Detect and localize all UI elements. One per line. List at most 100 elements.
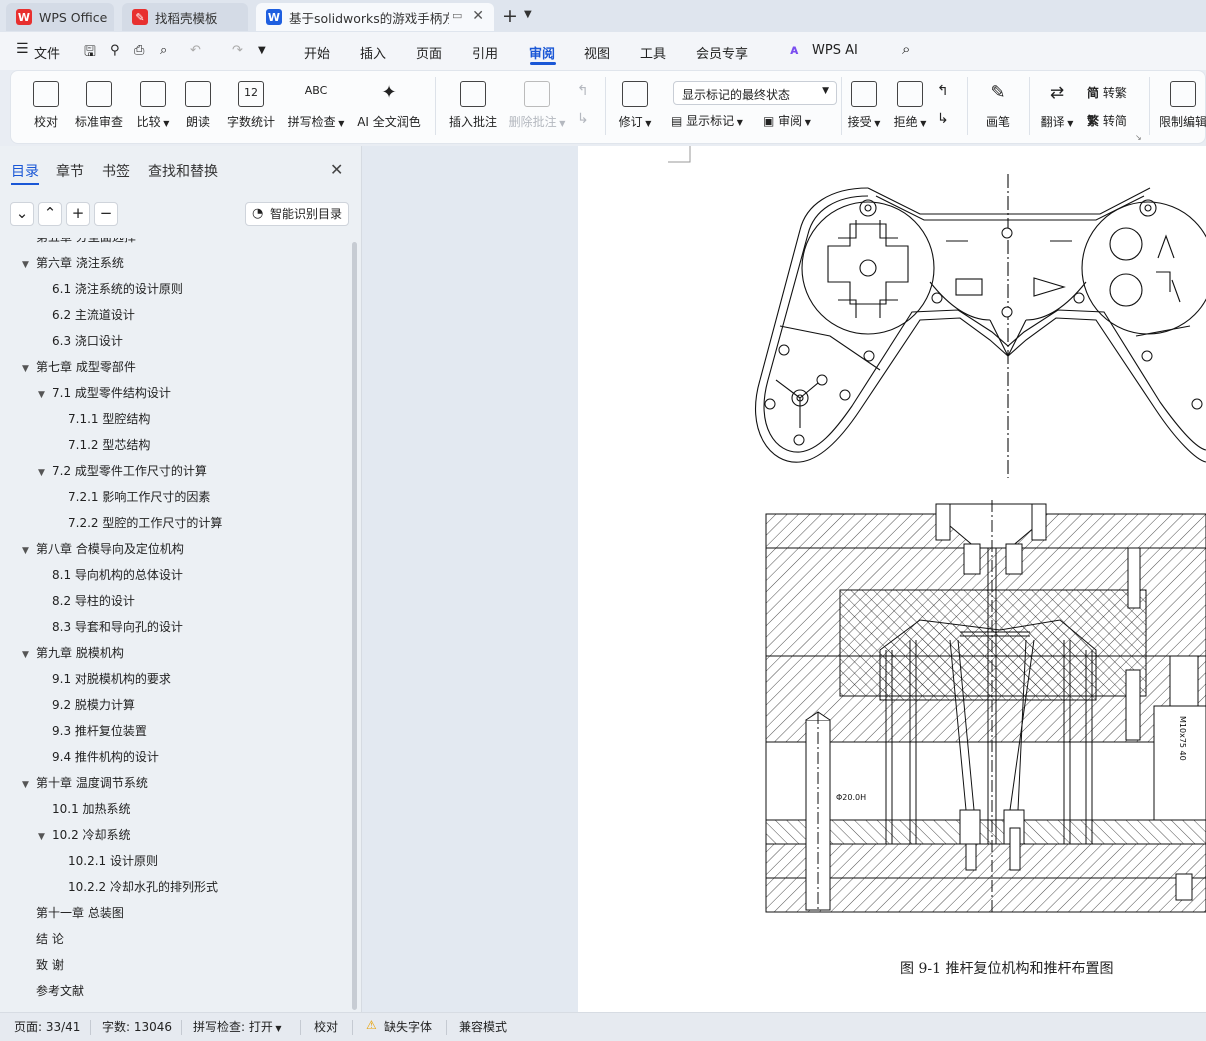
spell-check-button[interactable]: ABC 拼写检查 ▼	[286, 79, 346, 130]
toc-item[interactable]: 8.2 导柱的设计	[38, 588, 135, 614]
collapse-down-button[interactable]: ⌄	[10, 202, 34, 226]
toc-item[interactable]: ▼ 第六章 浇注系统	[22, 250, 124, 276]
toc-item[interactable]: ▼ 7.1 成型零件结构设计	[38, 380, 171, 406]
std-review-button[interactable]: 标准审查	[73, 79, 125, 130]
toc-item[interactable]: 7.1.1 型腔结构	[54, 406, 150, 432]
print-icon[interactable]: ⎙	[134, 43, 144, 58]
toc-item[interactable]: ▼ 第八章 合模导向及定位机构	[22, 536, 184, 562]
hamburger-icon[interactable]: ☰	[16, 41, 29, 57]
expand-triangle-icon[interactable]: ▼	[38, 460, 52, 486]
expand-triangle-icon[interactable]: ▼	[22, 772, 36, 798]
toc-scrollbar[interactable]	[352, 242, 357, 1010]
tab-template[interactable]: ✎ 找稻壳模板	[122, 3, 248, 31]
toc-item[interactable]: ▼ 7.2 成型零件工作尺寸的计算	[38, 458, 207, 484]
toc-item[interactable]: ▼ 第七章 成型零部件	[22, 354, 136, 380]
file-menu[interactable]: 文件	[34, 43, 60, 62]
review-dropdown-button[interactable]: ▣ 审阅 ▼	[763, 112, 811, 129]
expand-triangle-icon[interactable]: ▼	[22, 642, 36, 668]
translate-button[interactable]: ⇄ 翻译 ▼	[1037, 79, 1077, 130]
redo-icon[interactable]: ↷	[232, 43, 243, 58]
search-icon[interactable]: ⌕	[902, 40, 910, 58]
toc-item[interactable]: 8.1 导向机构的总体设计	[38, 562, 183, 588]
prev-change-icon[interactable]: ↰	[937, 83, 949, 99]
proof-status[interactable]: 校对	[314, 1018, 338, 1035]
tab-sections[interactable]: 章节	[56, 161, 84, 181]
toc-item[interactable]: 结 论	[22, 926, 64, 952]
toc-item[interactable]: 9.1 对脱模机构的要求	[38, 666, 171, 692]
toc-item[interactable]: 9.3 推杆复位装置	[38, 718, 147, 744]
word-count-button[interactable]: 12 字数统计	[225, 79, 277, 130]
toc-item[interactable]: 7.2.1 影响工作尺寸的因素	[54, 484, 210, 510]
tab-list-chevron-icon[interactable]: ▼	[524, 9, 532, 20]
accept-button[interactable]: 接受 ▼	[845, 79, 883, 130]
save-icon[interactable]: 🖫	[84, 41, 96, 65]
menu-review[interactable]: 审阅	[529, 43, 555, 62]
ai-polish-button[interactable]: ✦ AI 全文润色	[356, 79, 422, 130]
new-tab-button[interactable]: +	[502, 5, 518, 27]
insert-comment-button[interactable]: 插入批注	[447, 79, 499, 130]
toc-item[interactable]: ▼ 第九章 脱模机构	[22, 640, 124, 666]
menu-home[interactable]: 开始	[304, 43, 330, 62]
toc-item[interactable]: 10.2.2 冷却水孔的排列形式	[54, 874, 218, 900]
expand-triangle-icon[interactable]: ▼	[22, 356, 36, 382]
undo-icon[interactable]: ↶	[190, 43, 201, 58]
collapse-button[interactable]: −	[94, 202, 118, 226]
toc-item[interactable]: 8.3 导套和导向孔的设计	[38, 614, 183, 640]
expand-triangle-icon[interactable]: ▼	[22, 538, 36, 564]
toc-item[interactable]: 7.1.2 型芯结构	[54, 432, 150, 458]
tab-document[interactable]: W 基于solidworks的游戏手柄方 ▭ ✕	[256, 3, 494, 31]
next-change-icon[interactable]: ↳	[937, 111, 949, 127]
collapse-up-button[interactable]: ⌃	[38, 202, 62, 226]
tab-wps-office[interactable]: W WPS Office	[6, 3, 114, 31]
toc-item[interactable]: ▼ 第十章 温度调节系统	[22, 770, 148, 796]
close-pane-icon[interactable]: ✕	[330, 160, 343, 179]
to-simplified-button[interactable]: 繁 转简	[1087, 112, 1127, 129]
word-count[interactable]: 字数: 13046	[102, 1018, 172, 1035]
share-icon[interactable]: ⚲	[110, 43, 120, 58]
proof-button[interactable]: 校对	[31, 79, 61, 130]
page-indicator[interactable]: 页面: 33/41	[14, 1018, 80, 1035]
expand-triangle-icon[interactable]: ▼	[38, 824, 52, 850]
toc-item[interactable]: ▼ 10.2 冷却系统	[38, 822, 131, 848]
print-preview-icon[interactable]: ⌕	[160, 43, 167, 58]
revise-button[interactable]: 修订 ▼	[617, 79, 653, 130]
reject-button[interactable]: 拒绝 ▼	[891, 79, 929, 130]
toc-item[interactable]: 10.2.1 设计原则	[54, 848, 158, 874]
menu-view[interactable]: 视图	[584, 43, 610, 62]
monitor-icon[interactable]: ▭	[452, 9, 462, 22]
toc-item[interactable]: 6.2 主流道设计	[38, 302, 135, 328]
menu-page[interactable]: 页面	[416, 43, 442, 62]
ribbon-expand-icon[interactable]: ↘	[1135, 133, 1142, 142]
tab-bookmarks[interactable]: 书签	[102, 161, 130, 181]
missing-font-status[interactable]: 缺失字体	[384, 1018, 432, 1035]
menu-member[interactable]: 会员专享	[696, 43, 748, 62]
tab-toc[interactable]: 目录	[11, 161, 39, 181]
smart-toc-button[interactable]: ◔ 智能识别目录	[245, 202, 349, 226]
close-tab-icon[interactable]: ✕	[472, 8, 484, 24]
show-markup-button[interactable]: ▤ 显示标记 ▼	[671, 112, 743, 129]
more-chevron-icon[interactable]: ▼	[258, 45, 266, 56]
toc-item[interactable]: 6.1 浇注系统的设计原则	[38, 276, 183, 302]
menu-tools[interactable]: 工具	[640, 43, 666, 62]
compare-button[interactable]: 比较 ▼	[133, 79, 173, 130]
prev-comment-icon[interactable]: ↰	[577, 83, 589, 99]
toc-item[interactable]: 致 谢	[22, 952, 64, 978]
menu-wps-ai[interactable]: WPS AI	[812, 43, 858, 58]
menu-reference[interactable]: 引用	[472, 43, 498, 62]
toc-item[interactable]: 9.2 脱模力计算	[38, 692, 135, 718]
delete-comment-button[interactable]: 删除批注 ▼	[507, 79, 567, 130]
expand-button[interactable]: +	[66, 202, 90, 226]
toc-item[interactable]: 7.2.2 型腔的工作尺寸的计算	[54, 510, 222, 536]
toc-item[interactable]: 第五章 分型面选择	[22, 238, 136, 250]
tab-find-replace[interactable]: 查找和替换	[148, 161, 218, 181]
next-comment-icon[interactable]: ↳	[577, 111, 589, 127]
expand-triangle-icon[interactable]: ▼	[22, 252, 36, 278]
toc-item[interactable]: 6.3 浇口设计	[38, 328, 123, 354]
toc-item[interactable]: 10.1 加热系统	[38, 796, 131, 822]
toc-item[interactable]: 9.4 推件机构的设计	[38, 744, 159, 770]
spell-check-status[interactable]: 拼写检查: 打开 ▼	[193, 1018, 282, 1035]
restrict-edit-button[interactable]: 限制编辑	[1157, 79, 1206, 130]
to-traditional-button[interactable]: 简 转繁	[1087, 84, 1127, 101]
toc-item[interactable]: 第十一章 总装图	[22, 900, 124, 926]
menu-insert[interactable]: 插入	[360, 43, 386, 62]
